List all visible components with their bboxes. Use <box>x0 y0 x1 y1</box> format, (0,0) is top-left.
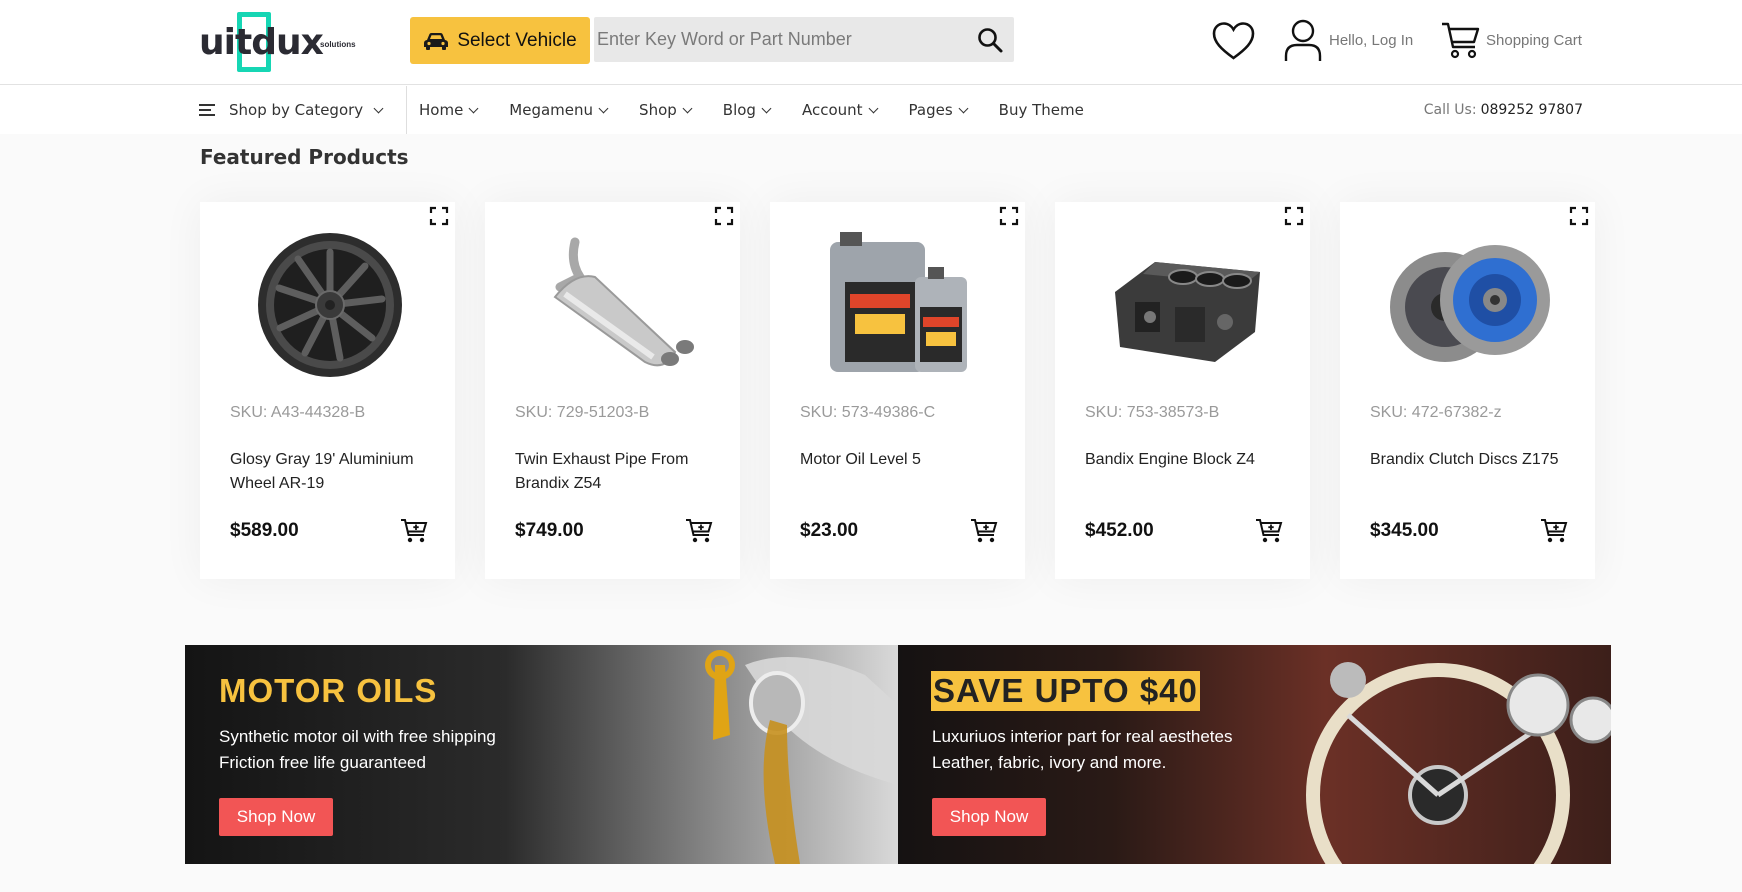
product-name[interactable]: Motor Oil Level 5 <box>800 448 1005 472</box>
select-vehicle-label: Select Vehicle <box>457 29 577 51</box>
product-price: $23.00 <box>800 520 859 541</box>
banner-title: SAVE UPTO $40 <box>931 671 1200 711</box>
add-to-cart-icon[interactable] <box>970 516 998 544</box>
account-link[interactable]: Hello, Log In <box>1283 18 1413 62</box>
site-logo[interactable]: uitdux solutions <box>199 10 364 74</box>
promo-banner-motor-oils[interactable]: MOTOR OILS Synthetic motor oil with free… <box>185 645 898 864</box>
product-image-oil[interactable] <box>810 222 985 387</box>
product-name[interactable]: Glosy Gray 19' Aluminium Wheel AR-19 <box>230 448 435 496</box>
chevron-down-icon <box>682 103 693 113</box>
phone-number[interactable]: 089252 97807 <box>1481 102 1583 118</box>
product-sku: SKU: A43-44328-B <box>230 404 366 421</box>
product-price: $452.00 <box>1085 520 1154 541</box>
add-to-cart-icon[interactable] <box>685 516 713 544</box>
product-card[interactable]: SKU: 729-51203-B Twin Exhaust Pipe From … <box>485 202 740 579</box>
shop-by-category-menu[interactable]: Shop by Category <box>199 86 407 134</box>
nav-item-megamenu[interactable]: Megamenu <box>509 101 609 119</box>
add-to-cart-icon[interactable] <box>400 516 428 544</box>
promo-banner-interior[interactable]: SAVE UPTO $40 Luxuriuos interior part fo… <box>898 645 1611 864</box>
nav-item-account[interactable]: Account <box>802 101 878 119</box>
product-sku: SKU: 753-38573-B <box>1085 404 1220 421</box>
cart-label: Shopping Cart <box>1486 31 1582 49</box>
shop-now-button[interactable]: Shop Now <box>932 798 1046 836</box>
banner-text: Friction free life guaranteed <box>219 753 426 772</box>
banner-text: Synthetic motor oil with free shipping <box>219 727 496 746</box>
product-price: $589.00 <box>230 520 299 541</box>
category-label: Shop by Category <box>229 101 364 119</box>
chevron-down-icon <box>373 103 384 113</box>
product-name[interactable]: Bandix Engine Block Z4 <box>1085 448 1290 472</box>
product-sku: SKU: 472-67382-z <box>1370 404 1502 421</box>
product-image-clutch[interactable] <box>1380 222 1555 387</box>
steering-wheel-image <box>1306 662 1611 864</box>
logo-wordmark: uitdux <box>199 22 324 63</box>
nav-item-blog[interactable]: Blog <box>723 101 772 119</box>
car-icon <box>424 32 449 50</box>
product-grid: SKU: A43-44328-B Glosy Gray 19' Aluminiu… <box>200 202 1596 579</box>
product-sku: SKU: 729-51203-B <box>515 404 650 421</box>
nav-item-home[interactable]: Home <box>419 101 479 119</box>
expand-icon[interactable] <box>1284 206 1304 226</box>
shop-now-button[interactable]: Shop Now <box>219 798 333 836</box>
main-nav: Shop by Category Home Megamenu Shop Blog… <box>0 86 1742 134</box>
nav-items: Home Megamenu Shop Blog Account Pages Bu… <box>419 86 1116 134</box>
add-to-cart-icon[interactable] <box>1540 516 1568 544</box>
heart-icon[interactable] <box>1211 20 1256 62</box>
select-vehicle-button[interactable]: Select Vehicle <box>410 17 590 64</box>
product-card[interactable]: SKU: A43-44328-B Glosy Gray 19' Aluminiu… <box>200 202 455 579</box>
search-icon[interactable] <box>976 26 1004 54</box>
chevron-down-icon <box>468 103 479 113</box>
search-input[interactable] <box>594 17 964 62</box>
chevron-down-icon <box>598 103 609 113</box>
user-icon <box>1284 19 1322 61</box>
search-bar <box>594 17 1014 62</box>
product-name[interactable]: Twin Exhaust Pipe From Brandix Z54 <box>515 448 720 496</box>
expand-icon[interactable] <box>429 206 449 226</box>
banner-text: Luxuriuos interior part for real aesthet… <box>932 727 1233 746</box>
section-title: Featured Products <box>200 145 409 169</box>
product-price: $749.00 <box>515 520 584 541</box>
cart-icon <box>1442 22 1480 59</box>
add-to-cart-icon[interactable] <box>1255 516 1283 544</box>
chevron-down-icon <box>958 103 969 113</box>
product-card[interactable]: SKU: 753-38573-B Bandix Engine Block Z4 … <box>1055 202 1310 579</box>
product-sku: SKU: 573-49386-C <box>800 404 936 421</box>
product-card[interactable]: SKU: 472-67382-z Brandix Clutch Discs Z1… <box>1340 202 1595 579</box>
menu-icon <box>199 104 215 116</box>
expand-icon[interactable] <box>1569 206 1589 226</box>
product-image-engine[interactable] <box>1095 222 1270 387</box>
call-us: Call Us: 089252 97807 <box>1424 86 1583 134</box>
account-label: Hello, Log In <box>1329 31 1414 49</box>
expand-icon[interactable] <box>999 206 1019 226</box>
nav-item-buy-theme[interactable]: Buy Theme <box>999 101 1084 119</box>
oil-pour-image <box>705 650 898 864</box>
logo-subtitle: solutions <box>320 40 356 49</box>
product-price: $345.00 <box>1370 520 1439 541</box>
expand-icon[interactable] <box>714 206 734 226</box>
product-name[interactable]: Brandix Clutch Discs Z175 <box>1370 448 1575 472</box>
product-card[interactable]: SKU: 573-49386-C Motor Oil Level 5 $23.0… <box>770 202 1025 579</box>
site-header: uitdux solutions Select Vehicle Hello, L… <box>0 0 1742 85</box>
call-label: Call Us: <box>1423 102 1477 118</box>
shopping-cart-link[interactable]: Shopping Cart <box>1440 20 1582 60</box>
banner-text: Leather, fabric, ivory and more. <box>932 753 1167 772</box>
product-image-wheel[interactable] <box>240 222 415 387</box>
chevron-down-icon <box>868 103 878 113</box>
product-image-exhaust[interactable] <box>525 222 700 387</box>
nav-item-shop[interactable]: Shop <box>639 101 693 119</box>
chevron-down-icon <box>761 103 772 113</box>
nav-item-pages[interactable]: Pages <box>909 101 969 119</box>
banner-title: MOTOR OILS <box>219 672 438 709</box>
